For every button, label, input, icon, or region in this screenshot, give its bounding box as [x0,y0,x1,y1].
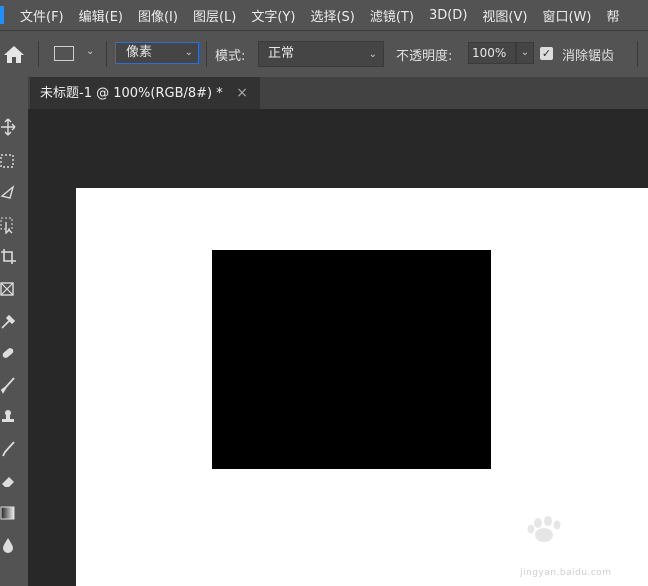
opacity-chevron-icon[interactable]: ⌄ [516,42,534,64]
chevron-down-icon[interactable]: ⌄ [86,46,94,57]
opacity-input[interactable]: 100% [468,42,516,64]
menu-window[interactable]: 窗口(W) [542,6,591,25]
options-bar: ⌄ 像素 ⌄ 模式: 正常 ⌄ 不透明度: 100% ⌄ ✓ 消除锯齿 [0,30,648,77]
menu-type[interactable]: 文字(Y) [251,6,295,25]
eyedropper-icon[interactable] [0,312,16,330]
watermark-url: jingyan.baidu.com [520,568,612,578]
gradient-icon[interactable] [0,504,16,522]
menu-bar: 文件(F) 编辑(E) 图像(I) 图层(L) 文字(Y) 选择(S) 滤镜(T… [0,0,648,30]
menu-3d[interactable]: 3D(D) [429,8,467,23]
opacity-label: 不透明度: [396,49,453,64]
antialias-checkbox[interactable]: ✓ [540,47,553,60]
brush-icon[interactable] [0,376,16,394]
shape-preset-icon[interactable] [54,46,74,61]
tool-mode-value: 像素 [126,45,153,60]
move-icon[interactable] [0,118,16,136]
baidu-jingyan-watermark [527,516,561,542]
close-icon[interactable]: × [236,77,248,110]
frame-icon[interactable] [0,280,16,298]
history-brush-icon[interactable] [0,440,16,458]
crop-icon[interactable] [0,248,16,266]
blend-mode-select[interactable]: 正常 ⌄ [258,41,384,67]
chevron-down-icon: ⌄ [184,47,193,58]
divider [206,41,207,67]
menu-file[interactable]: 文件(F) [20,6,64,25]
home-icon[interactable] [2,43,26,65]
blur-icon[interactable] [0,536,16,554]
eraser-icon[interactable] [0,472,16,490]
marquee-icon[interactable] [0,152,16,170]
lasso-icon[interactable] [0,184,16,202]
divider [38,41,39,67]
menu-layer[interactable]: 图层(L) [193,6,236,25]
app-logo-icon[interactable] [0,6,4,24]
menu-filter[interactable]: 滤镜(T) [370,6,414,25]
blend-mode-label: 模式: [215,49,246,64]
menu-image[interactable]: 图像(I) [138,6,178,25]
menu-edit[interactable]: 编辑(E) [79,6,123,25]
menu-select[interactable]: 选择(S) [310,6,354,25]
menu-items: 文件(F) 编辑(E) 图像(I) 图层(L) 文字(Y) 选择(S) 滤镜(T… [20,0,619,30]
tool-mode-select[interactable]: 像素 ⌄ [115,42,199,64]
object-select-icon[interactable] [0,216,16,234]
document-tab-title: 未标题-1 @ 100%(RGB/8#) * [40,86,223,101]
tools-panel [0,76,29,586]
chevron-down-icon: ⌄ [368,49,377,60]
blend-mode-value: 正常 [268,46,295,61]
menu-view[interactable]: 视图(V) [482,6,527,25]
menu-help[interactable]: 帮 [606,6,619,25]
antialias-label: 消除锯齿 [562,49,615,64]
divider [637,41,638,67]
document-tab[interactable]: 未标题-1 @ 100%(RGB/8#) * × [30,77,260,111]
healing-brush-icon[interactable] [0,344,16,362]
black-rectangle-shape[interactable] [212,250,491,469]
clone-stamp-icon[interactable] [0,408,16,426]
divider [106,41,107,67]
